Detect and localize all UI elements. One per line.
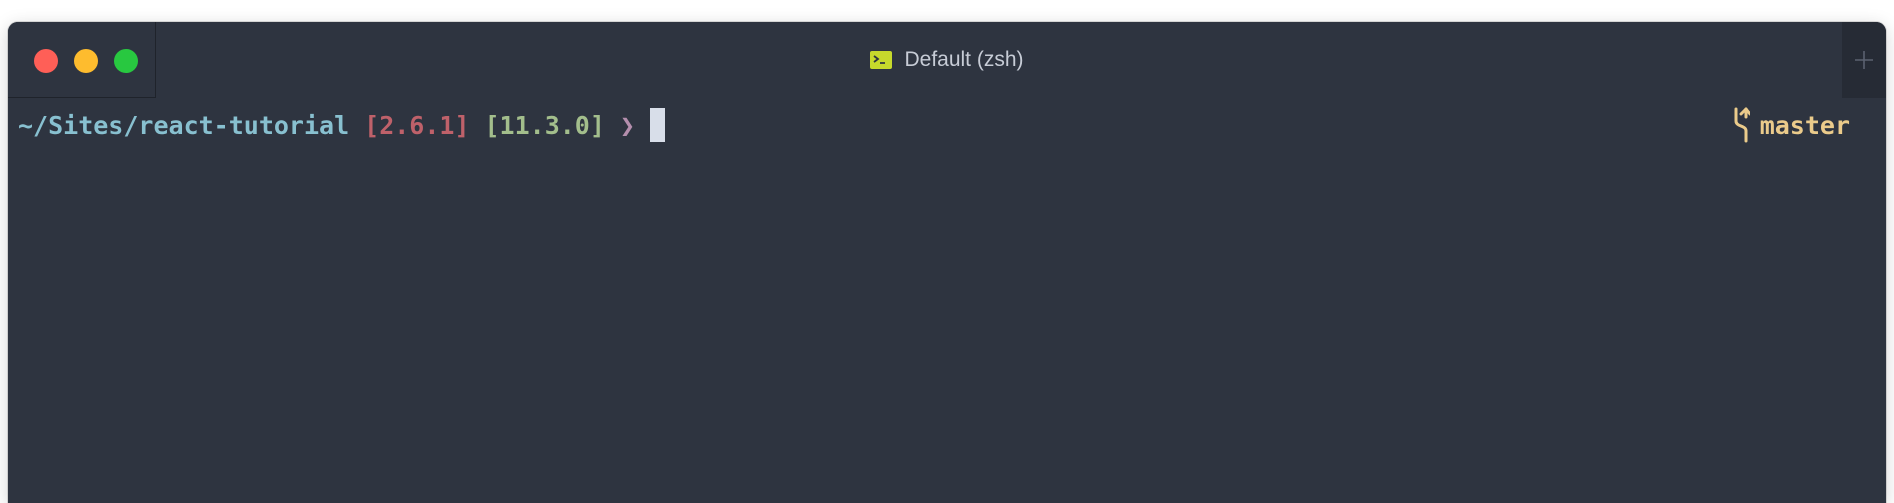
terminal-window: Default (zsh) ~/Sites/react-tutorial [2.… [8, 22, 1886, 503]
plus-icon [1855, 51, 1873, 69]
title-bar[interactable]: Default (zsh) [8, 22, 1886, 98]
text-cursor[interactable] [649, 108, 665, 142]
tab[interactable]: Default (zsh) [8, 48, 1886, 72]
node-version: [11.3.0] [484, 110, 605, 140]
shell-prompt[interactable]: ~/Sites/react-tutorial [2.6.1] [11.3.0] … [18, 106, 665, 144]
prompt-arrow: ❯ [619, 110, 635, 140]
new-tab-button[interactable] [1842, 22, 1886, 98]
tab-title: Default (zsh) [904, 48, 1024, 71]
terminal-icon [870, 51, 893, 69]
ruby-version: [2.6.1] [364, 110, 470, 140]
git-status: master [1732, 106, 1850, 144]
git-branch-icon [1734, 107, 1750, 143]
current-directory: ~/Sites/react-tutorial [18, 110, 350, 140]
git-branch-name: master [1759, 110, 1850, 140]
